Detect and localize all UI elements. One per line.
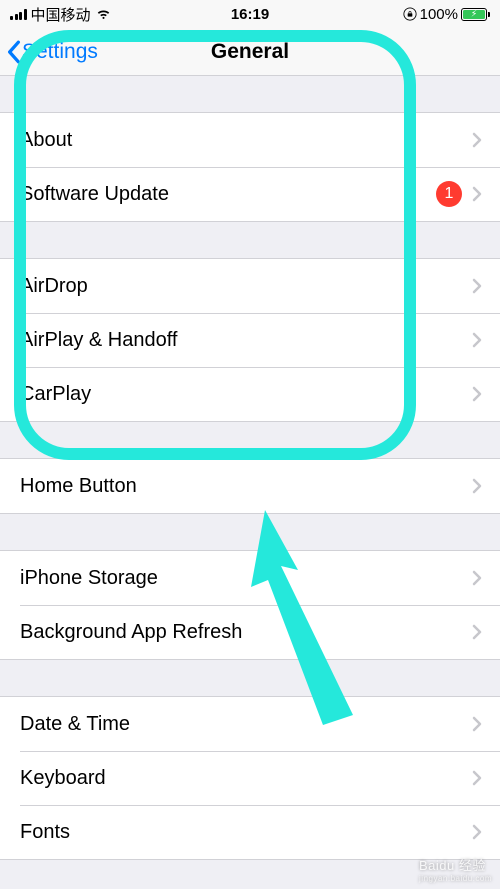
row-accessory [472,824,482,840]
row-accessory [472,132,482,148]
orientation-lock-icon [403,7,417,21]
settings-row[interactable]: AirDrop [0,259,500,313]
signal-icon [10,8,27,20]
notification-badge: 1 [436,181,462,207]
chevron-right-icon [472,186,482,202]
row-accessory [472,570,482,586]
settings-row[interactable]: Home Button [0,459,500,513]
row-accessory [472,332,482,348]
back-button[interactable]: Settings [6,40,98,64]
settings-row[interactable]: Background App Refresh [0,605,500,659]
row-label: About [20,129,72,152]
chevron-right-icon [472,132,482,148]
back-label: Settings [22,40,98,64]
row-accessory [472,386,482,402]
settings-group: iPhone Storage Background App Refresh [0,550,500,660]
nav-bar: Settings General [0,28,500,76]
row-label: Background App Refresh [20,621,242,644]
row-label: Keyboard [20,767,106,790]
chevron-right-icon [472,570,482,586]
row-label: AirDrop [20,275,88,298]
battery-icon: ⚡︎ [461,8,490,21]
row-label: Home Button [20,475,137,498]
row-label: iPhone Storage [20,567,158,590]
chevron-right-icon [472,478,482,494]
watermark-text: Baidu 经验 [419,858,486,873]
row-accessory [472,770,482,786]
row-accessory [472,624,482,640]
settings-group: About Software Update 1 [0,112,500,222]
chevron-right-icon [472,386,482,402]
battery-percent: 100% [420,6,458,23]
settings-row[interactable]: CarPlay [0,367,500,421]
status-time: 16:19 [231,6,269,23]
settings-row[interactable]: Keyboard [0,751,500,805]
chevron-left-icon [6,40,22,64]
carrier-label: 中国移动 [31,4,91,25]
chevron-right-icon [472,624,482,640]
chevron-right-icon [472,824,482,840]
row-accessory: 1 [436,181,482,207]
settings-row[interactable]: AirPlay & Handoff [0,313,500,367]
settings-row[interactable]: Date & Time [0,697,500,751]
chevron-right-icon [472,278,482,294]
settings-list: About Software Update 1 AirDrop AirPlay & Ha… [0,76,500,860]
watermark-sub: jingyan.baidu.com [419,874,492,883]
settings-group: Date & Time Keyboard Fonts [0,696,500,860]
settings-row[interactable]: Software Update 1 [0,167,500,221]
settings-row[interactable]: iPhone Storage [0,551,500,605]
status-bar: 中国移动 16:19 100% ⚡︎ [0,0,500,28]
row-label: Software Update [20,183,169,206]
chevron-right-icon [472,716,482,732]
status-right: 100% ⚡︎ [403,6,490,23]
page-title: General [211,40,289,64]
settings-group: Home Button [0,458,500,514]
row-label: CarPlay [20,383,91,406]
settings-row[interactable]: Fonts [0,805,500,859]
settings-group: AirDrop AirPlay & Handoff CarPlay [0,258,500,422]
row-label: AirPlay & Handoff [20,329,178,352]
settings-row[interactable]: About [0,113,500,167]
chevron-right-icon [472,770,482,786]
row-accessory [472,278,482,294]
row-accessory [472,478,482,494]
chevron-right-icon [472,332,482,348]
row-label: Fonts [20,821,70,844]
status-left: 中国移动 [10,4,112,25]
row-accessory [472,716,482,732]
wifi-icon [95,8,112,20]
row-label: Date & Time [20,713,130,736]
